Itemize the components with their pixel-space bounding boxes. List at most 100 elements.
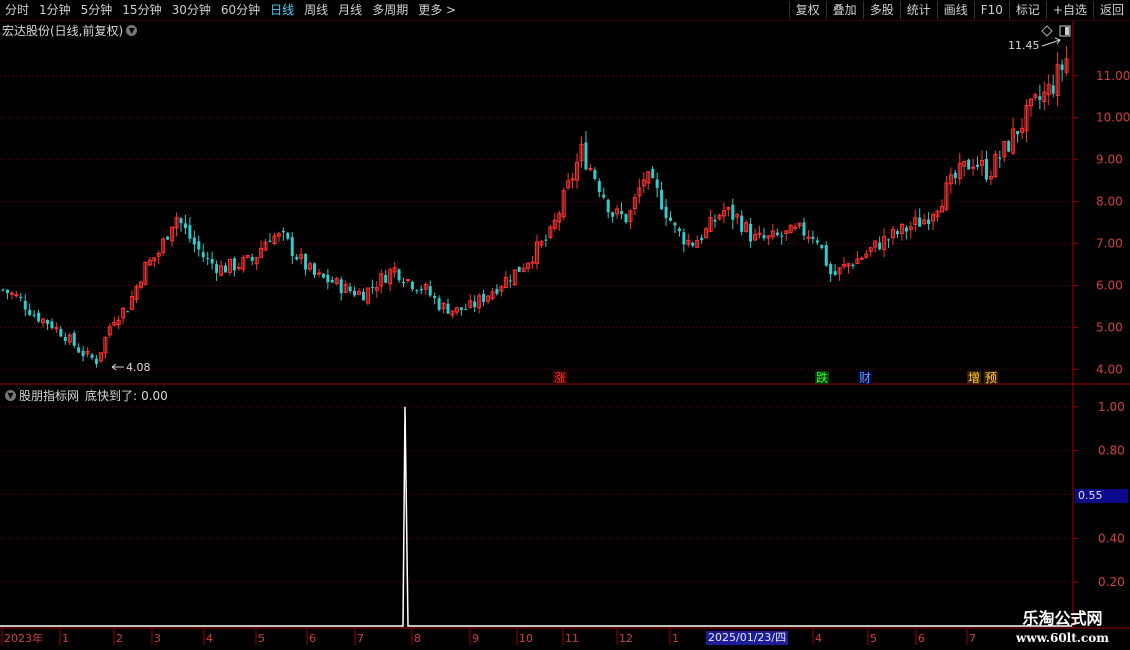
- candle-body: [405, 279, 410, 282]
- candle-body: [597, 181, 601, 193]
- candle-body: [851, 264, 855, 267]
- price-annotations: 11.45 4.08: [111, 37, 1061, 374]
- candle-body: [433, 295, 437, 299]
- candle-body: [584, 142, 588, 170]
- candle-body: [651, 168, 655, 179]
- indicator-value: 0.00: [141, 388, 168, 403]
- watermark-url: www.60lt.com: [1016, 631, 1109, 645]
- candle-body: [77, 347, 81, 353]
- candle-body: [749, 223, 753, 242]
- candle-body: [731, 204, 735, 220]
- candle-body: [682, 232, 686, 245]
- candle-body: [971, 166, 976, 169]
- time-label: 9: [472, 632, 479, 645]
- candle-body: [664, 206, 668, 218]
- candle-body: [473, 301, 477, 308]
- event-tag: 涨: [554, 370, 566, 385]
- candle-body: [976, 164, 980, 167]
- candle-body: [593, 169, 597, 179]
- candle-body: [815, 240, 819, 243]
- indicator-signal: [0, 406, 1072, 627]
- candle-body: [1007, 141, 1011, 152]
- price-tick-label: 11.00: [1096, 69, 1130, 83]
- candle-body: [90, 354, 94, 358]
- cursor-date-box: 2025/01/23/四: [706, 631, 789, 645]
- candle-body: [415, 290, 419, 292]
- candle-body: [918, 217, 922, 227]
- candle-body: [655, 179, 659, 189]
- time-label: 12: [619, 632, 633, 645]
- candle-body: [81, 350, 85, 357]
- candle-body: [1060, 64, 1064, 70]
- candle-body: [464, 308, 468, 310]
- time-label: 1: [62, 632, 69, 645]
- candle-body: [236, 266, 241, 269]
- candle-body: [353, 290, 357, 296]
- candle-body: [50, 321, 54, 329]
- candle-body: [691, 242, 695, 246]
- candle-body: [437, 298, 441, 310]
- candle-body: [544, 239, 548, 241]
- candle-body: [660, 189, 664, 209]
- candle-body: [59, 328, 63, 337]
- candle-body: [37, 312, 41, 322]
- time-label: 3: [154, 632, 161, 645]
- candle-body: [304, 254, 308, 270]
- candle-body: [811, 236, 815, 239]
- chevron-down-icon[interactable]: ▼: [5, 390, 16, 401]
- price-tick-label: 6.00: [1096, 279, 1123, 293]
- price-tick-label: 9.00: [1096, 153, 1123, 167]
- candle-body: [904, 227, 908, 232]
- candle-body: [28, 309, 32, 315]
- candle-body: [94, 358, 98, 364]
- candle-body: [620, 211, 624, 215]
- time-label: 1: [672, 632, 679, 645]
- candle-body: [348, 286, 352, 292]
- watermark-title: 乐淘公式网: [1022, 609, 1103, 628]
- candle-body: [183, 223, 187, 229]
- time-label: 11: [565, 632, 579, 645]
- candle-body: [313, 263, 316, 275]
- indicator-source: 股朋指标网: [19, 389, 80, 403]
- candle-body: [32, 314, 36, 316]
- candle-body: [829, 264, 833, 275]
- time-label: 4: [206, 632, 213, 645]
- candle-body: [1, 289, 5, 291]
- candle-body: [321, 273, 325, 278]
- time-axis: 2023年 1 2 3 4 5 6 7 8 9 10 11 12 1 4 5 6 7: [1, 629, 976, 645]
- price-axis: 11.00 10.00 9.00 8.00 7.00 6.00 5.00 4.00: [1073, 69, 1130, 376]
- price-tick-label: 4.00: [1096, 362, 1123, 376]
- candle-body: [446, 303, 450, 314]
- high-price-label: 11.45: [1008, 39, 1040, 52]
- candle-body: [1016, 130, 1020, 135]
- candle-body: [9, 292, 14, 295]
- time-label: 10: [519, 632, 533, 645]
- candle-body: [1038, 96, 1042, 100]
- indicator-label: 底快到了:: [85, 389, 138, 403]
- time-label: 6: [309, 632, 316, 645]
- candle-body: [495, 288, 499, 294]
- indicator-tick-label: 0.20: [1098, 575, 1125, 589]
- candle-body: [361, 291, 365, 301]
- candle-body: [397, 269, 401, 281]
- candle-body: [530, 261, 535, 264]
- grid-lines: [0, 21, 1130, 629]
- candle-body: [762, 235, 766, 239]
- time-label: 7: [969, 632, 976, 645]
- candle-body: [700, 237, 704, 240]
- candle-body: [508, 280, 512, 282]
- candle-body: [624, 214, 628, 223]
- time-label: 6: [918, 632, 925, 645]
- price-tick-label: 5.00: [1096, 320, 1123, 334]
- candle-body: [953, 172, 957, 179]
- candle-body: [984, 158, 988, 180]
- candle-body: [402, 281, 405, 284]
- candle-body: [793, 226, 798, 229]
- candlestick-series: [1, 46, 1069, 368]
- candle-body: [859, 257, 864, 260]
- candle-body: [179, 218, 183, 224]
- candle-body: [887, 239, 891, 241]
- candle-body: [295, 256, 299, 260]
- candle-body: [998, 157, 1002, 159]
- candle-body: [419, 288, 423, 291]
